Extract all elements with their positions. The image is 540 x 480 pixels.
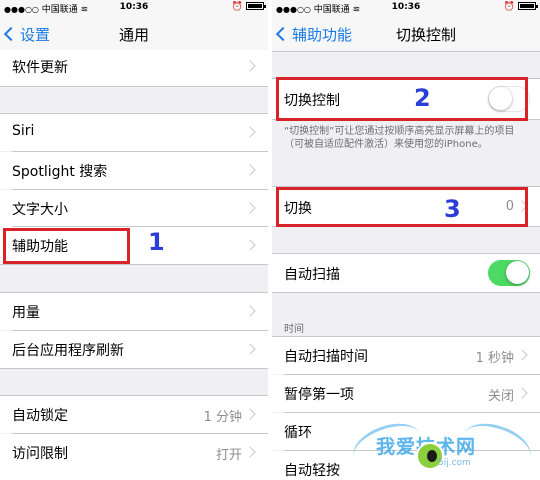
- row-label: 辅助功能: [12, 239, 68, 255]
- chevron-right-icon: [244, 408, 256, 420]
- row-spotlight[interactable]: Spotlight 搜索: [0, 152, 268, 189]
- row-value: 关闭: [487, 389, 514, 404]
- switch-control-screen: ●●●○○ 中国联通 ≋ 10:36 ⏰ 辅助功能 切换控制 切换控制 “切换控…: [272, 0, 540, 480]
- status-bar: ●●●○○ 中国联通 ≋ 10:36 ⏰: [272, 0, 540, 16]
- general-settings-screen: ●●●○○ 中国联通 ≋ 10:36 ⏰ 设置 通用 软件更新 Siri Spo…: [0, 0, 268, 480]
- row-label: Spotlight 搜索: [12, 164, 108, 180]
- section-header-timing: 时间: [284, 324, 304, 335]
- row-background-refresh[interactable]: 后台应用程序刷新: [0, 331, 268, 368]
- row-accessibility[interactable]: 辅助功能: [0, 227, 268, 264]
- chevron-right-icon: [516, 349, 528, 361]
- annotation-number-2: 2: [414, 84, 431, 112]
- row-label: 文字大小: [12, 202, 68, 218]
- chevron-right-icon: [244, 446, 256, 458]
- row-label: 切换: [284, 201, 312, 217]
- navigation-bar: 设置 通用: [0, 16, 268, 52]
- chevron-right-icon: [244, 60, 256, 72]
- row-siri[interactable]: Siri: [0, 114, 268, 151]
- row-software-update[interactable]: 软件更新: [0, 50, 268, 86]
- row-label: 暂停第一项: [284, 387, 354, 403]
- chevron-right-icon: [244, 305, 256, 317]
- row-value: 0: [505, 199, 514, 214]
- toggle-knob: [489, 87, 512, 110]
- row-usage[interactable]: 用量: [0, 293, 268, 330]
- chevron-right-icon: [244, 164, 256, 176]
- row-switch-control[interactable]: 切换控制: [272, 79, 540, 119]
- annotation-number-3: 3: [444, 195, 461, 223]
- row-label: 软件更新: [12, 60, 68, 76]
- row-pause-first-item[interactable]: 暂停第一项 关闭: [272, 375, 540, 412]
- row-auto-scan-time[interactable]: 自动扫描时间 1 秒钟: [272, 337, 540, 374]
- chevron-left-icon: [275, 26, 291, 42]
- row-auto-lock[interactable]: 自动锁定 1 分钟: [0, 396, 268, 433]
- chevron-right-icon: [244, 239, 256, 251]
- switch-control-description: “切换控制”可让您通过按顺序高亮显示屏幕上的项目（可被自适应配件激活）来使用您的…: [284, 126, 515, 150]
- watermark-url: 5ij.com: [438, 458, 471, 468]
- alarm-icon: ⏰: [231, 2, 243, 12]
- row-label: 自动轻按: [284, 463, 340, 479]
- navigation-bar: 辅助功能 切换控制: [272, 16, 540, 52]
- page-title: 通用: [118, 26, 149, 44]
- row-auto-scan[interactable]: 自动扫描: [272, 254, 540, 292]
- auto-scan-toggle[interactable]: [488, 260, 530, 286]
- annotation-number-1: 1: [148, 228, 165, 256]
- battery-icon: [518, 2, 538, 10]
- switch-control-toggle[interactable]: [488, 86, 530, 112]
- row-label: 自动锁定: [12, 408, 68, 424]
- chevron-right-icon: [244, 126, 256, 138]
- row-label: 访问限制: [12, 446, 68, 462]
- row-value: 1 分钟: [203, 410, 242, 425]
- row-label: 用量: [12, 305, 40, 321]
- chevron-right-icon: [244, 343, 256, 355]
- toggle-knob: [506, 261, 529, 284]
- row-value: 打开: [215, 448, 242, 463]
- clock: 10:36: [391, 2, 421, 12]
- watermark: 我爱技术网 5ij.com: [347, 415, 537, 480]
- row-restrictions[interactable]: 访问限制 打开: [0, 434, 268, 480]
- row-text-size[interactable]: 文字大小: [0, 190, 268, 227]
- row-label: 自动扫描: [284, 267, 340, 283]
- row-label: 后台应用程序刷新: [12, 343, 124, 359]
- row-value: 1 秒钟: [475, 351, 514, 366]
- page-title: 切换控制: [395, 26, 456, 44]
- row-label: 切换控制: [284, 93, 340, 109]
- chevron-right-icon: [244, 202, 256, 214]
- alarm-icon: ⏰: [503, 2, 515, 12]
- clock: 10:36: [119, 2, 149, 12]
- row-label: 自动扫描时间: [284, 349, 368, 365]
- row-switches[interactable]: 切换 0: [272, 187, 540, 226]
- status-bar: ●●●○○ 中国联通 ≋ 10:36 ⏰: [0, 0, 268, 16]
- chevron-right-icon: [516, 200, 528, 212]
- row-label: 循环: [284, 425, 312, 441]
- chevron-right-icon: [516, 387, 528, 399]
- battery-icon: [246, 2, 266, 10]
- row-label: Siri: [12, 123, 35, 139]
